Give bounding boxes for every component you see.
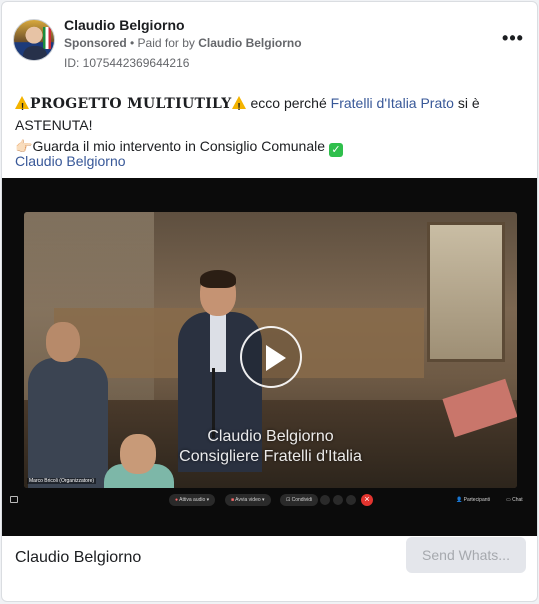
end-call-icon [361, 494, 373, 506]
footer-page-name[interactable]: Claudio Belgiorno [15, 549, 141, 567]
post-body: PROGETTO MULTIUTILY ecco perché Fratelli… [15, 93, 529, 157]
video-frame: Claudio Belgiorno Consigliere Fratelli d… [24, 212, 517, 488]
chat-button: ▭ Chat [506, 497, 523, 503]
more-options-button[interactable]: ••• [500, 28, 526, 51]
headline: PROGETTO MULTIUTILY [30, 96, 232, 112]
more-icon [346, 495, 356, 505]
audio-button: ● Attiva audio ▾ [169, 494, 216, 506]
post-header: Claudio Belgiorno Sponsored • Paid for b… [13, 15, 526, 70]
sponsored-label: Sponsored [64, 36, 127, 50]
mic-off-icon: ● [175, 497, 179, 503]
italian-flag-icon [43, 27, 51, 49]
ad-id: ID: 1075442369644216 [64, 56, 190, 70]
video-caption-name: Claudio Belgiorno [207, 428, 334, 445]
check-mark-icon: ✓ [328, 143, 343, 157]
ad-card: Claudio Belgiorno Sponsored • Paid for b… [1, 1, 538, 602]
participant-nametag: Marco Bricoli (Organizzatore) [27, 478, 97, 484]
share-button: ⊡ Condividi [280, 494, 319, 506]
layout-icon [10, 496, 18, 503]
author-name[interactable]: Claudio Belgiorno [64, 17, 185, 33]
hand-icon [320, 495, 330, 505]
more-dots-icon: ••• [502, 28, 524, 48]
window-image [427, 222, 505, 362]
warning-icon [15, 96, 30, 118]
camera-off-icon: ■ [231, 497, 235, 503]
participants-button: 👤 Partecipanti [456, 497, 491, 503]
meeting-toolbar: ● Attiva audio ▾ ■ Avvia video ▾ ⊡ Condi… [2, 490, 537, 510]
hashtag-link[interactable]: Fratelli d'Italia Prato [331, 95, 454, 111]
body-line-1: PROGETTO MULTIUTILY ecco perché Fratelli… [15, 93, 529, 136]
reactions-icon [333, 495, 343, 505]
chat-icon: ▭ [506, 497, 511, 503]
video-caption-role: Consigliere Fratelli d'Italia [179, 448, 362, 465]
sponsored-line: Sponsored • Paid for by Claudio Belgiorn… [64, 36, 302, 50]
warning-icon [231, 96, 247, 118]
pointing-hand-icon: 👉🏻 [15, 138, 33, 154]
avatar[interactable] [13, 19, 55, 61]
share-icon: ⊡ [286, 497, 291, 503]
payer-name: Claudio Belgiorno [198, 36, 302, 50]
send-whatsapp-button[interactable]: Send Whats... [406, 537, 526, 573]
page-link[interactable]: Claudio Belgiorno [15, 153, 126, 169]
video-button: ■ Avvia video ▾ [225, 494, 271, 506]
video-player[interactable]: Claudio Belgiorno Consigliere Fratelli d… [2, 178, 537, 536]
play-icon[interactable] [240, 326, 302, 388]
people-icon: 👤 [456, 497, 463, 503]
